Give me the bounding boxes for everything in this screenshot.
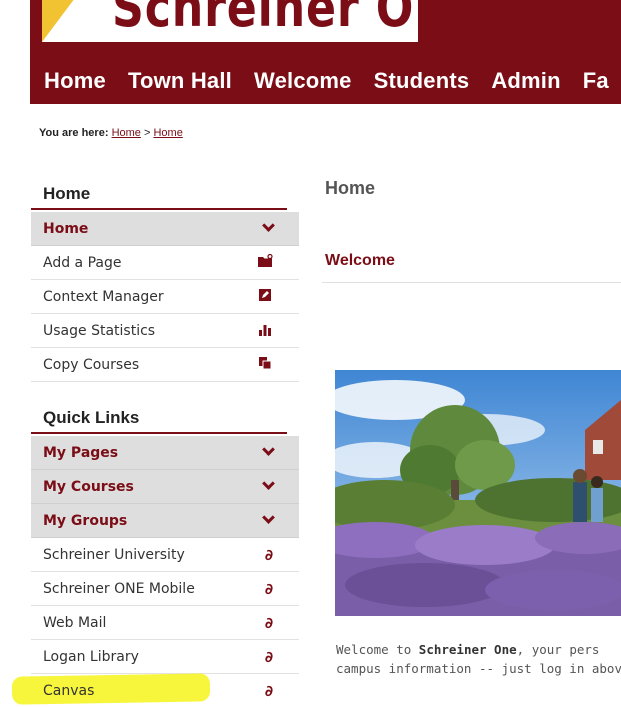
quick-link-label: Canvas xyxy=(43,682,95,699)
quick-link-label: Schreiner ONE Mobile xyxy=(43,580,195,597)
chevron-down-icon[interactable] xyxy=(262,477,275,490)
quick-link-schreiner-one-mobile[interactable]: Schreiner ONE Mobile ∂ xyxy=(31,572,299,606)
sidebar-item-label: My Courses xyxy=(43,478,134,495)
campus-photo xyxy=(335,370,621,616)
quick-link-label: Web Mail xyxy=(43,614,107,631)
intro-prefix: Welcome to xyxy=(336,642,419,657)
sidebar-item-label: My Groups xyxy=(43,512,128,529)
logo-swoosh xyxy=(42,0,78,42)
folder-add-icon xyxy=(257,253,273,272)
nav-town-hall[interactable]: Town Hall xyxy=(128,68,232,94)
welcome-heading: Welcome xyxy=(325,252,395,269)
sidebar-group-my-courses[interactable]: My Courses xyxy=(31,470,299,504)
nav-welcome[interactable]: Welcome xyxy=(254,68,352,94)
link-icon: ∂ xyxy=(264,647,273,666)
link-icon: ∂ xyxy=(264,613,273,632)
breadcrumb: You are here: Home > Home xyxy=(39,127,183,139)
quick-link-logan-library[interactable]: Logan Library ∂ xyxy=(31,640,299,674)
intro-brand: Schreiner One xyxy=(418,642,517,657)
chevron-down-icon[interactable] xyxy=(262,443,275,456)
sidebar-item-label: Copy Courses xyxy=(43,356,140,373)
quick-link-canvas[interactable]: Canvas ∂ xyxy=(31,674,299,707)
page-title: Home xyxy=(325,178,376,198)
chevron-down-icon[interactable] xyxy=(262,219,275,232)
sidebar-item-label: My Pages xyxy=(43,444,119,461)
quick-link-web-mail[interactable]: Web Mail ∂ xyxy=(31,606,299,640)
sidebar-item-copy-courses[interactable]: Copy Courses xyxy=(31,348,299,382)
breadcrumb-separator: > xyxy=(143,127,151,139)
sidebar-section-title-quick-links: Quick Links xyxy=(31,404,287,434)
quick-link-schreiner-university[interactable]: Schreiner University ∂ xyxy=(31,538,299,572)
sidebar-item-label: Home xyxy=(43,220,89,237)
breadcrumb-crumb-home-1[interactable]: Home xyxy=(112,127,141,139)
breadcrumb-label: You are here: xyxy=(39,127,109,139)
link-icon: ∂ xyxy=(264,681,273,700)
sidebar-item-label: Usage Statistics xyxy=(43,322,156,339)
sidebar-item-context-manager[interactable]: Context Manager xyxy=(31,280,299,314)
nav-home[interactable]: Home xyxy=(44,68,106,94)
welcome-intro-text: Welcome to Schreiner One, your pers camp… xyxy=(336,640,621,678)
site-header: Schreiner ONE Home Town Hall Welcome Stu… xyxy=(30,0,621,104)
quick-link-label: Schreiner University xyxy=(43,546,185,563)
logo-text: Schreiner ONE xyxy=(112,0,418,39)
sidebar-section-title-home: Home xyxy=(31,180,287,210)
site-logo[interactable]: Schreiner ONE xyxy=(42,0,418,42)
nav-students[interactable]: Students xyxy=(374,68,470,94)
sidebar-item-label: Add a Page xyxy=(43,254,122,271)
link-icon: ∂ xyxy=(264,545,273,564)
quick-link-label: Logan Library xyxy=(43,648,139,665)
edit-icon xyxy=(257,288,273,306)
link-icon: ∂ xyxy=(264,579,273,598)
sidebar-item-label: Context Manager xyxy=(43,288,164,305)
breadcrumb-crumb-home-2[interactable]: Home xyxy=(153,127,182,139)
sidebar-item-home[interactable]: Home xyxy=(31,212,299,246)
bar-chart-icon xyxy=(257,322,273,340)
nav-admin[interactable]: Admin xyxy=(491,68,560,94)
nav-more[interactable]: Fa xyxy=(583,68,609,94)
sidebar-group-my-groups[interactable]: My Groups xyxy=(31,504,299,538)
top-navigation: Home Town Hall Welcome Students Admin Fa xyxy=(44,68,621,94)
sidebar-group-my-pages[interactable]: My Pages xyxy=(31,436,299,470)
divider xyxy=(322,282,621,283)
intro-suffix: , your pers xyxy=(516,642,600,657)
sidebar-item-add-a-page[interactable]: Add a Page xyxy=(31,246,299,280)
chevron-down-icon[interactable] xyxy=(262,511,275,524)
copy-icon xyxy=(257,356,273,374)
intro-line-2: campus information -- just log in abov xyxy=(336,661,621,676)
sidebar: Home Home Add a Page Context Manager Usa… xyxy=(31,180,299,707)
campus-photo-image xyxy=(335,370,621,616)
sidebar-item-usage-statistics[interactable]: Usage Statistics xyxy=(31,314,299,348)
